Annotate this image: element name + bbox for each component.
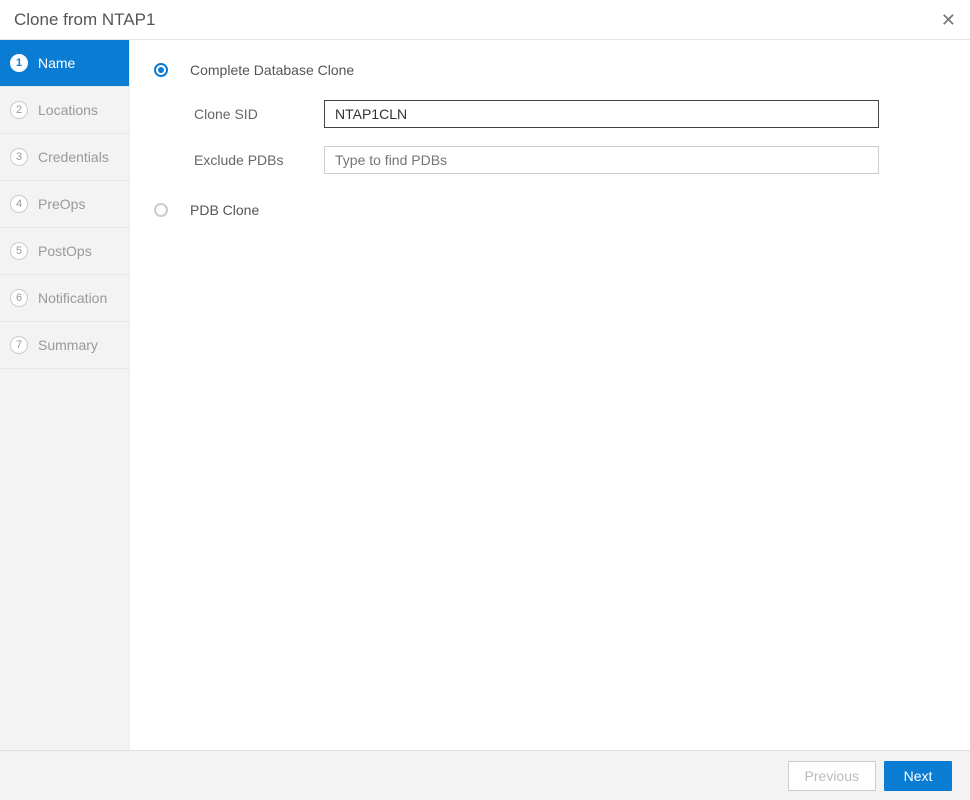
- close-icon[interactable]: ✕: [941, 11, 956, 29]
- step-postops[interactable]: 5 PostOps: [0, 228, 129, 275]
- step-number-icon: 3: [10, 148, 28, 166]
- step-summary[interactable]: 7 Summary: [0, 322, 129, 369]
- step-preops[interactable]: 4 PreOps: [0, 181, 129, 228]
- step-notification[interactable]: 6 Notification: [0, 275, 129, 322]
- clone-sid-input[interactable]: [324, 100, 879, 128]
- step-label: PreOps: [38, 196, 85, 212]
- clone-sid-field: Clone SID: [194, 100, 946, 128]
- wizard-content: Complete Database Clone Clone SID Exclud…: [130, 40, 970, 750]
- step-number-icon: 4: [10, 195, 28, 213]
- step-locations[interactable]: 2 Locations: [0, 87, 129, 134]
- radio-label: PDB Clone: [190, 202, 259, 218]
- previous-button[interactable]: Previous: [788, 761, 876, 791]
- step-number-icon: 5: [10, 242, 28, 260]
- step-label: Name: [38, 55, 75, 71]
- clone-sid-label: Clone SID: [194, 106, 324, 122]
- step-label: Summary: [38, 337, 98, 353]
- exclude-pdbs-field: Exclude PDBs: [194, 146, 946, 174]
- dialog-title: Clone from NTAP1: [14, 10, 155, 30]
- step-number-icon: 6: [10, 289, 28, 307]
- exclude-pdbs-label: Exclude PDBs: [194, 152, 324, 168]
- exclude-pdbs-input[interactable]: [324, 146, 879, 174]
- step-label: PostOps: [38, 243, 92, 259]
- clone-type-pdb[interactable]: PDB Clone: [154, 202, 946, 218]
- wizard-sidebar: 1 Name 2 Locations 3 Credentials 4 PreOp…: [0, 40, 130, 750]
- dialog-header: Clone from NTAP1 ✕: [0, 0, 970, 40]
- step-credentials[interactable]: 3 Credentials: [0, 134, 129, 181]
- radio-icon[interactable]: [154, 63, 168, 77]
- step-number-icon: 7: [10, 336, 28, 354]
- step-label: Credentials: [38, 149, 109, 165]
- radio-icon[interactable]: [154, 203, 168, 217]
- step-number-icon: 1: [10, 54, 28, 72]
- radio-label: Complete Database Clone: [190, 62, 354, 78]
- step-name[interactable]: 1 Name: [0, 40, 129, 87]
- step-label: Notification: [38, 290, 107, 306]
- dialog-footer: Previous Next: [0, 750, 970, 800]
- next-button[interactable]: Next: [884, 761, 952, 791]
- step-number-icon: 2: [10, 101, 28, 119]
- clone-type-complete[interactable]: Complete Database Clone: [154, 62, 946, 78]
- step-label: Locations: [38, 102, 98, 118]
